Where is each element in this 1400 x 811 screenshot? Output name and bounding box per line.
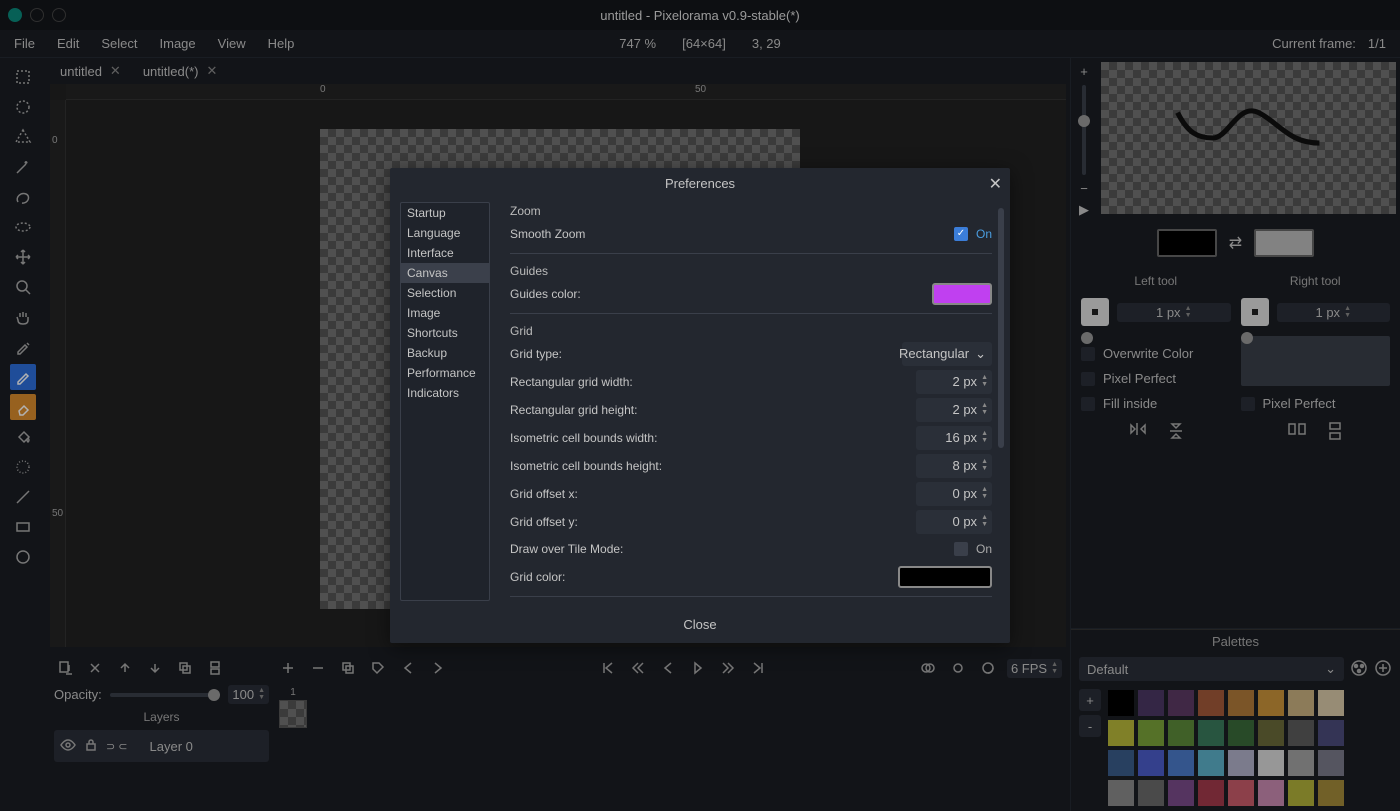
smooth-zoom-label: Smooth Zoom [510, 227, 954, 241]
grid-type-dropdown[interactable]: Rectangular ⌄ [902, 342, 992, 366]
prefs-category-performance[interactable]: Performance [401, 363, 489, 383]
prefs-category-language[interactable]: Language [401, 223, 489, 243]
prefs-sidebar: StartupLanguageInterfaceCanvasSelectionI… [400, 202, 490, 601]
dialog-title: Preferences [665, 176, 735, 191]
dialog-close-btn[interactable]: ✕ [989, 174, 1002, 194]
guides-color-label: Guides color: [510, 287, 932, 301]
prefs-category-image[interactable]: Image [401, 303, 489, 323]
zoom-section-header: Zoom [510, 202, 992, 218]
draw-over-tile-label: Draw over Tile Mode: [510, 542, 954, 556]
draw-over-tile-checkbox[interactable] [954, 542, 968, 556]
grid-offset-x-field[interactable]: 0 px▲▼ [916, 482, 992, 506]
draw-over-tile-state: On [976, 542, 992, 556]
prefs-content: Zoom Smooth Zoom✓ On Guides Guides color:… [494, 198, 1010, 605]
grid-color-field[interactable] [898, 566, 992, 588]
rect-grid-height-label: Rectangular grid height: [510, 403, 916, 417]
rect-grid-height-field[interactable]: 2 px▲▼ [916, 398, 992, 422]
field-value: 8 px [952, 458, 977, 473]
iso-height-label: Isometric cell bounds height: [510, 459, 916, 473]
scrollbar[interactable] [998, 208, 1004, 448]
preferences-dialog: Preferences ✕ StartupLanguageInterfaceCan… [390, 168, 1010, 643]
field-value: 2 px [952, 402, 977, 417]
smooth-zoom-checkbox[interactable]: ✓ [954, 227, 968, 241]
iso-height-field[interactable]: 8 px▲▼ [916, 454, 992, 478]
guides-section-header: Guides [510, 262, 992, 278]
grid-type-value: Rectangular [899, 346, 969, 361]
field-value: 2 px [952, 374, 977, 389]
iso-width-field[interactable]: 16 px▲▼ [916, 426, 992, 450]
grid-type-label: Grid type: [510, 347, 902, 361]
grid-color-label: Grid color: [510, 570, 898, 584]
prefs-category-startup[interactable]: Startup [401, 203, 489, 223]
field-value: 0 px [952, 514, 977, 529]
grid-offset-x-label: Grid offset x: [510, 487, 916, 501]
grid-offset-y-label: Grid offset y: [510, 515, 916, 529]
prefs-category-shortcuts[interactable]: Shortcuts [401, 323, 489, 343]
prefs-category-interface[interactable]: Interface [401, 243, 489, 263]
iso-width-label: Isometric cell bounds width: [510, 431, 916, 445]
prefs-category-selection[interactable]: Selection [401, 283, 489, 303]
smooth-zoom-state: On [976, 227, 992, 241]
grid-section-header: Grid [510, 322, 992, 338]
prefs-category-indicators[interactable]: Indicators [401, 383, 489, 403]
guides-color-field[interactable] [932, 283, 992, 305]
prefs-category-canvas[interactable]: Canvas [401, 263, 489, 283]
rect-grid-width-label: Rectangular grid width: [510, 375, 916, 389]
close-button[interactable]: Close [683, 617, 716, 632]
field-value: 0 px [952, 486, 977, 501]
field-value: 16 px [945, 430, 977, 445]
prefs-category-backup[interactable]: Backup [401, 343, 489, 363]
rect-grid-width-field[interactable]: 2 px▲▼ [916, 370, 992, 394]
grid-offset-y-field[interactable]: 0 px▲▼ [916, 510, 992, 534]
chevron-down-icon: ⌄ [975, 346, 986, 362]
